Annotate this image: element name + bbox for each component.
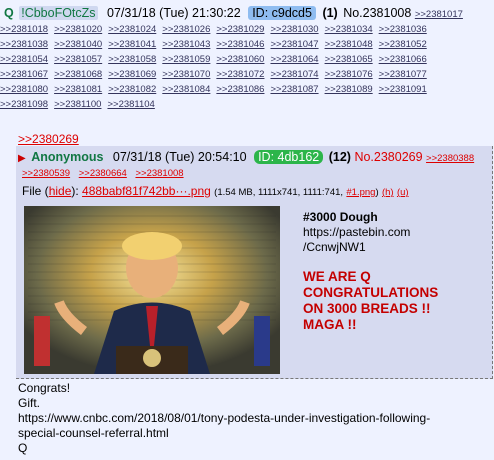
backlink[interactable]: >>2381080: [0, 82, 48, 97]
tripcode: !CbboFOtcZs: [19, 6, 98, 20]
backlink[interactable]: >>2381098: [0, 97, 48, 112]
backlink[interactable]: >>2381018: [0, 22, 48, 37]
backlink[interactable]: >>2381064: [270, 52, 318, 67]
poster-name: Anonymous: [31, 150, 104, 164]
reply-count: (12): [328, 150, 351, 164]
reply-date: 07/31/18 (Tue) 20:54:10: [112, 150, 247, 164]
post-body: Congrats! Gift. https://www.cnbc.com/201…: [18, 381, 492, 456]
post-header: Q !CbboFOtcZs 07/31/18 (Tue) 21:30:22 ID…: [4, 6, 492, 22]
file-info: File (hide): 488babf81f742bb···.png (1.5…: [22, 184, 409, 198]
backlink[interactable]: >>2381072: [216, 67, 264, 82]
backlink[interactable]: >>2381069: [108, 67, 156, 82]
red-text-line: WE ARE Q: [303, 269, 371, 284]
reply-poster-id[interactable]: ID: 4db162: [254, 150, 324, 164]
post-image[interactable]: [24, 206, 280, 374]
backlink[interactable]: >>2381070: [162, 67, 210, 82]
backlink[interactable]: >>2381081: [54, 82, 102, 97]
file-label: File: [22, 184, 42, 198]
backlink-list: >>2381018 >>2381020 >>2381024 >>2381026 >>23…: [0, 22, 494, 112]
red-text-line: MAGA !!: [303, 317, 357, 332]
backlink[interactable]: >>2381040: [54, 37, 102, 52]
body-line: Gift.: [18, 396, 41, 410]
backlink[interactable]: >>2381074: [270, 67, 318, 82]
backlink[interactable]: >>2381067: [0, 67, 48, 82]
backlink[interactable]: >>2381048: [325, 37, 373, 52]
backlink[interactable]: >>2381076: [325, 67, 373, 82]
backlink[interactable]: >>2381046: [216, 37, 264, 52]
q-name: Q: [4, 6, 14, 20]
reply-backlink[interactable]: >>2380388: [426, 153, 474, 164]
post-count: (1): [322, 6, 338, 20]
body-link-tail[interactable]: special-counsel-referral.html: [18, 426, 492, 441]
backlink[interactable]: >>2381030: [270, 22, 318, 37]
post-number[interactable]: No.2381008: [343, 6, 411, 20]
backlink[interactable]: >>2381043: [162, 37, 210, 52]
post-marker-icon[interactable]: ▶: [18, 153, 26, 164]
backlink[interactable]: >>2381024: [108, 22, 156, 37]
file-anchor-link[interactable]: #1.png: [346, 187, 375, 198]
backlink[interactable]: >>2381026: [162, 22, 210, 37]
file-h-link[interactable]: (h): [382, 187, 394, 198]
reply-text: #3000 Dough https://pastebin.com /CcnwjN…: [303, 210, 488, 333]
reply-backlinks: >>2380539 >>2380664 >>2381008: [22, 168, 190, 179]
backlink[interactable]: >>2381104: [107, 97, 154, 112]
reply-post-number[interactable]: No.2380269: [354, 150, 422, 164]
backlink[interactable]: >>2381008: [135, 168, 183, 179]
poster-id[interactable]: ID: c9dcd5: [248, 6, 316, 20]
body-link[interactable]: https://www.cnbc.com/2018/08/01/tony-pod…: [18, 411, 492, 426]
backlink[interactable]: >>2381038: [0, 37, 48, 52]
body-signature: Q: [18, 441, 28, 455]
backlink[interactable]: >>2381066: [379, 52, 427, 67]
file-u-link[interactable]: (u): [397, 187, 409, 198]
backlink[interactable]: >>2381034: [325, 22, 373, 37]
backlink[interactable]: >>2381047: [270, 37, 318, 52]
backlink[interactable]: >>2381041: [108, 37, 156, 52]
backlink[interactable]: >>2381060: [216, 52, 264, 67]
backlink[interactable]: >>2381020: [54, 22, 102, 37]
post-date: 07/31/18 (Tue) 21:30:22: [107, 6, 241, 20]
backlink[interactable]: >>2381065: [325, 52, 373, 67]
pastebin-link[interactable]: https://pastebin.com: [303, 225, 488, 240]
backlink[interactable]: >>2381017: [415, 9, 463, 20]
backlink[interactable]: >>2381091: [379, 82, 427, 97]
red-text-line: ON 3000 BREADS !!: [303, 301, 431, 316]
backlink[interactable]: >>2381054: [0, 52, 48, 67]
backlink[interactable]: >>2380664: [79, 168, 127, 179]
backlink[interactable]: >>2380539: [22, 168, 70, 179]
pastebin-link-tail[interactable]: /CcnwjNW1: [303, 240, 488, 255]
backlink[interactable]: >>2381059: [162, 52, 210, 67]
backlink[interactable]: >>2381087: [270, 82, 318, 97]
red-text-line: CONGRATULATIONS: [303, 285, 439, 300]
file-name-link[interactable]: 488babf81f742bb···.png: [82, 184, 211, 198]
backlink[interactable]: >>2381057: [54, 52, 102, 67]
reply-title: #3000 Dough: [303, 210, 378, 224]
backlink[interactable]: >>2381077: [379, 67, 427, 82]
backlink[interactable]: >>2381068: [54, 67, 102, 82]
backlink[interactable]: >>2381082: [108, 82, 156, 97]
backlink[interactable]: >>2381058: [108, 52, 156, 67]
hide-file-link[interactable]: hide: [49, 184, 72, 198]
body-line: Congrats!: [18, 381, 71, 395]
backlink[interactable]: >>2381052: [379, 37, 427, 52]
backlink[interactable]: >>2381089: [325, 82, 373, 97]
reply-header: ▶ Anonymous 07/31/18 (Tue) 20:54:10 ID: …: [18, 150, 474, 164]
file-meta: (1.54 MB, 1111x741, 1111:741,: [214, 187, 344, 198]
backlink[interactable]: >>2381036: [379, 22, 427, 37]
backlink[interactable]: >>2381084: [162, 82, 210, 97]
backlink[interactable]: >>2381086: [216, 82, 264, 97]
reply-quote-link[interactable]: >>2380269: [18, 132, 79, 146]
backlink[interactable]: >>2381100: [54, 97, 101, 112]
backlink[interactable]: >>2381029: [216, 22, 264, 37]
